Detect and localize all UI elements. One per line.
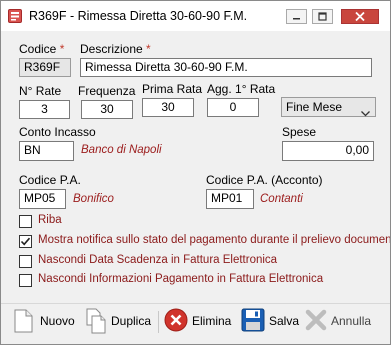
fine-mese-value: Fine Mese	[286, 100, 343, 114]
riba-label[interactable]: Riba	[38, 214, 62, 226]
duplica-label: Duplica	[111, 314, 152, 328]
minimize-button[interactable]	[286, 9, 307, 24]
prima-rata-label: Prima Rata	[142, 82, 203, 96]
nascondi-info-pagamento-checkbox[interactable]	[19, 274, 32, 287]
elimina-label: Elimina	[192, 314, 232, 328]
delete-icon	[164, 308, 188, 335]
mostra-notifica-checkbox[interactable]	[19, 235, 32, 248]
codice-label: Codice *	[19, 42, 65, 56]
nuovo-label: Nuovo	[40, 314, 75, 328]
codice-pa-description: Bonifico	[73, 193, 114, 205]
riba-checkbox[interactable]	[19, 215, 32, 228]
toolbar-divider	[1, 303, 390, 304]
agg-rata-field[interactable]: 0	[207, 98, 259, 117]
spese-field[interactable]: 0,00	[282, 141, 374, 161]
codice-field[interactable]: R369F	[19, 58, 71, 77]
salva-label: Salva	[269, 314, 300, 328]
salva-button[interactable]: Salva	[241, 307, 299, 335]
save-disk-icon	[241, 308, 265, 335]
toolbar-separator	[158, 311, 159, 333]
chevron-down-icon	[361, 104, 370, 122]
frequenza-label: Frequenza	[78, 84, 136, 98]
close-button[interactable]	[341, 9, 379, 24]
conto-incasso-field[interactable]: BN	[19, 141, 74, 161]
title-bar[interactable]: R369F - Rimessa Diretta 30-60-90 F.M.	[1, 1, 390, 31]
annulla-button[interactable]: Annulla	[304, 307, 376, 335]
n-rate-field[interactable]: 3	[19, 100, 70, 119]
nascondi-data-scadenza-checkbox[interactable]	[19, 255, 32, 268]
maximize-button[interactable]	[312, 9, 333, 24]
codice-pa-acconto-description: Contanti	[260, 193, 303, 205]
app-icon	[8, 9, 22, 23]
maximize-icon	[318, 12, 327, 21]
codice-pa-label: Codice P.A.	[19, 173, 81, 187]
checkmark-icon	[20, 237, 31, 246]
elimina-button[interactable]: Elimina	[164, 307, 234, 335]
codice-pa-field[interactable]: MP05	[19, 189, 66, 209]
duplicate-icon	[85, 308, 107, 337]
codice-pa-acconto-label: Codice P.A. (Acconto)	[206, 173, 323, 187]
prima-rata-field[interactable]: 30	[142, 98, 194, 117]
agg-rata-label: Agg. 1° Rata	[207, 82, 276, 96]
dialog-window: R369F - Rimessa Diretta 30-60-90 F.M. Co…	[0, 0, 391, 345]
descrizione-label: Descrizione *	[80, 42, 151, 56]
mostra-notifica-label[interactable]: Mostra notifica sullo stato del pagament…	[38, 234, 390, 246]
n-rate-label: N° Rate	[19, 84, 62, 98]
codice-pa-acconto-field[interactable]: MP01	[206, 189, 254, 209]
fine-mese-select[interactable]: Fine Mese	[281, 97, 376, 117]
conto-incasso-label: Conto Incasso	[19, 125, 96, 139]
duplica-button[interactable]: Duplica	[85, 307, 155, 335]
annulla-label: Annulla	[331, 314, 372, 328]
spese-label: Spese	[282, 125, 317, 139]
nascondi-data-scadenza-label[interactable]: Nascondi Data Scadenza in Fattura Elettr…	[38, 254, 277, 266]
cancel-x-icon	[304, 308, 328, 335]
descrizione-field[interactable]: Rimessa Diretta 30-60-90 F.M.	[80, 58, 372, 77]
conto-incasso-description: Banco di Napoli	[81, 144, 162, 156]
minimize-icon	[293, 18, 300, 20]
new-document-icon	[13, 309, 33, 336]
frequenza-field[interactable]: 30	[81, 100, 133, 119]
nuovo-button[interactable]: Nuovo	[13, 307, 79, 335]
nascondi-info-pagamento-label[interactable]: Nascondi Informazioni Pagamento in Fattu…	[38, 273, 323, 285]
close-icon	[355, 11, 365, 22]
form-area: Codice * R369F Descrizione * Rimessa Dir…	[1, 31, 390, 344]
window-title: R369F - Rimessa Diretta 30-60-90 F.M.	[29, 9, 248, 23]
